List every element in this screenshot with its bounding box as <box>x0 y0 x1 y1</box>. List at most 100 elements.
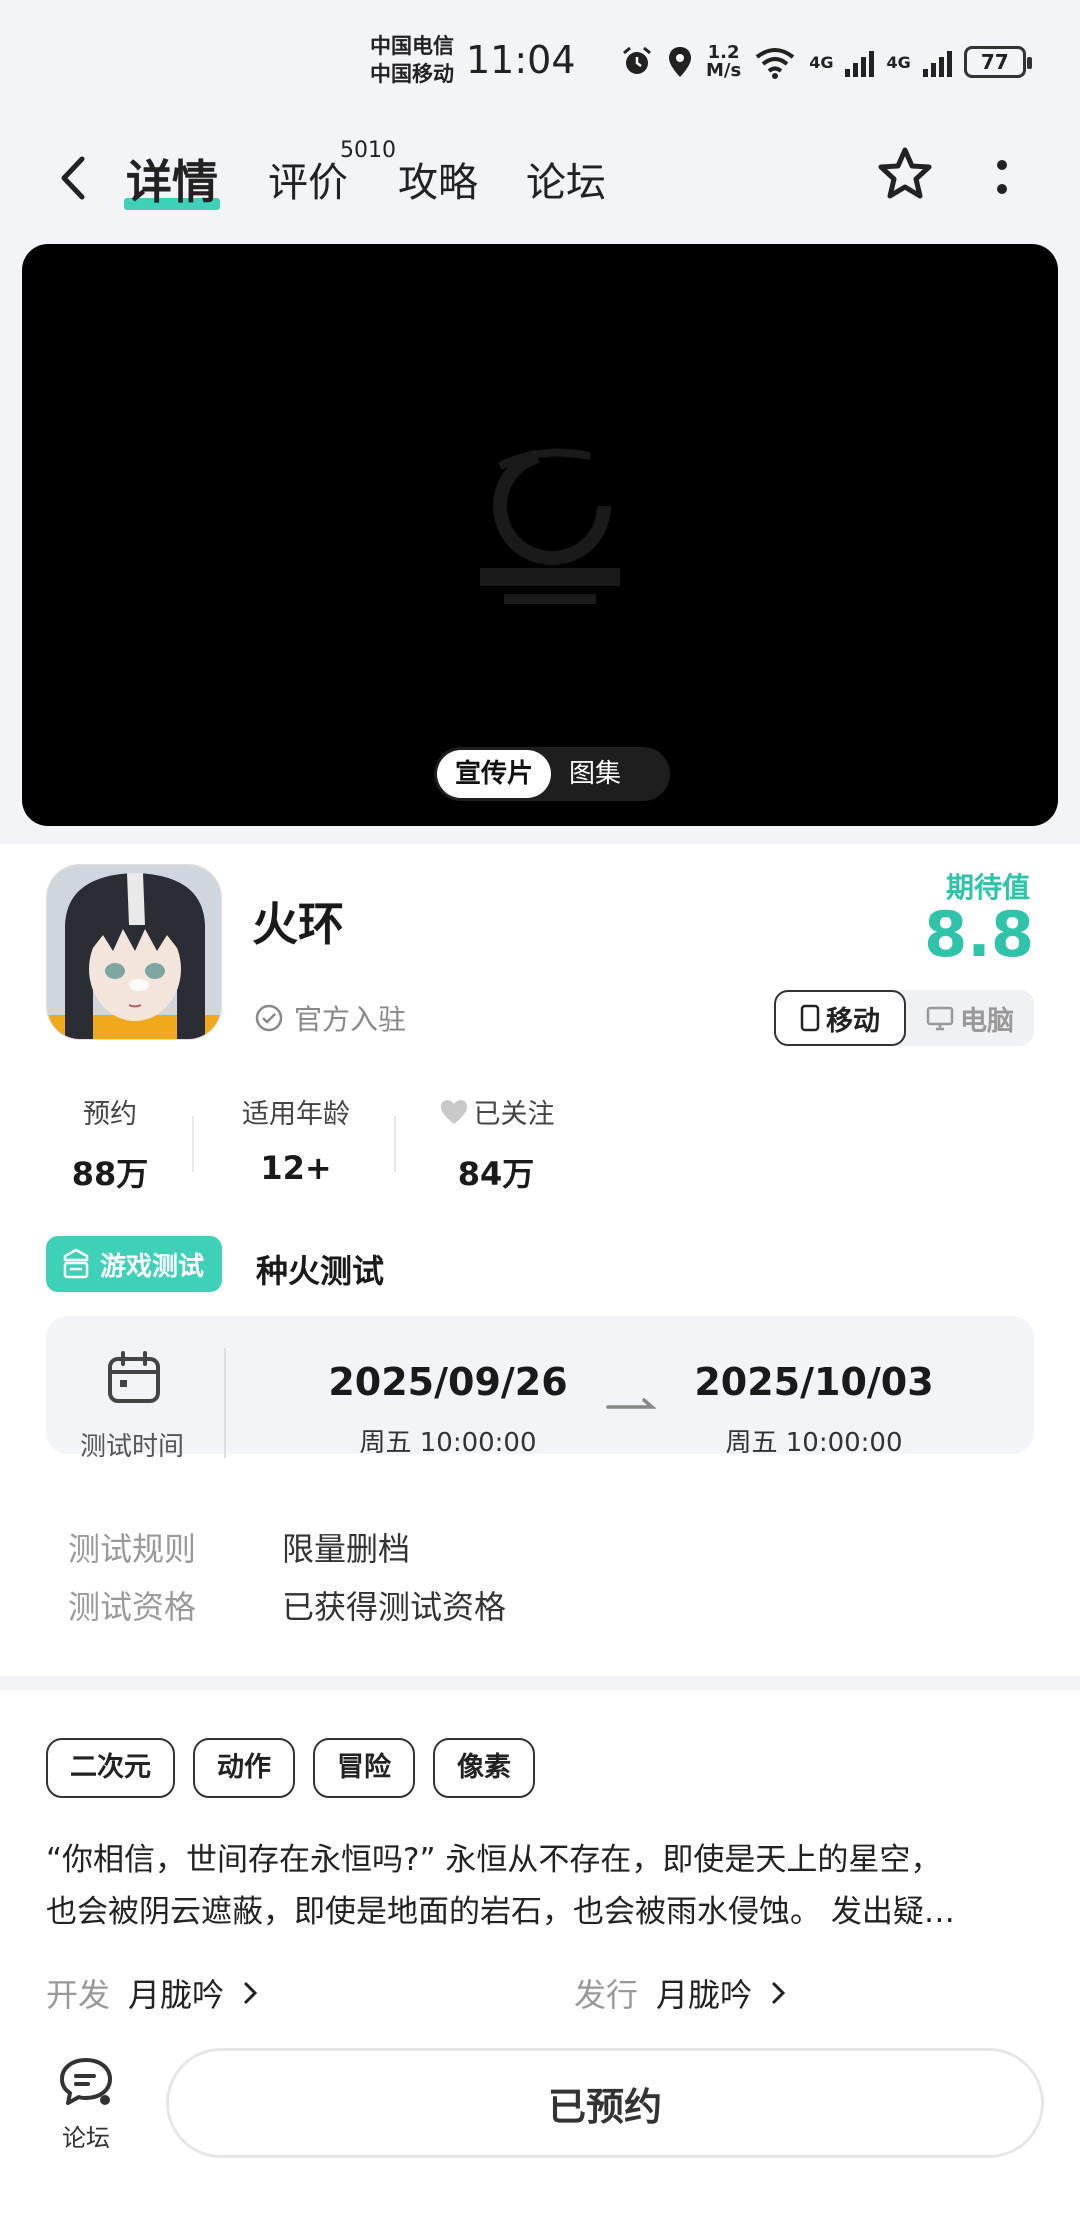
stat-label: 已关注 <box>473 1099 555 1130</box>
rule-key: 测试规则 <box>68 1530 197 1568</box>
signal-icon-2 <box>922 47 952 77</box>
reserved-button[interactable]: 已预约 <box>166 2048 1044 2158</box>
game-app-icon <box>46 864 222 1040</box>
official-badge: 官方入驻 <box>254 998 406 1038</box>
carrier-2: 中国移动 <box>370 62 454 86</box>
check-circle-icon <box>255 1004 283 1032</box>
game-info: 火环 官方入驻 期待值 8.8 移动 电脑 预约 88万 适用年龄 12+ 已关… <box>0 844 1080 1684</box>
divider <box>192 1116 194 1172</box>
description-line: 也会被阴云遮蔽，即使是地面的岩石，也会被雨水侵蚀。 发出疑… <box>46 1894 955 1930</box>
more-dot-icon <box>997 184 1007 194</box>
switch-gallery[interactable]: 图集 <box>551 750 639 798</box>
heart-icon <box>440 1099 467 1124</box>
forum-button[interactable]: 论坛 <box>46 2056 126 2166</box>
promo-video[interactable]: 宣传片 图集 <box>22 244 1058 826</box>
tab-guides[interactable]: 攻略 <box>398 150 478 208</box>
status-bar: 中国电信 中国移动 11:04 1.2 M/s 4G 4G 77 <box>0 0 1080 120</box>
chevron-left-icon <box>61 156 85 200</box>
carrier-1: 中国电信 <box>370 34 454 58</box>
platform-mobile-label: 移动 <box>826 1005 880 1037</box>
stat-value: 88万 <box>71 1155 149 1193</box>
test-time-card: 测试时间 2025/09/26 周五 10:00:00 2025/10/03 周… <box>46 1316 1034 1462</box>
status-icons: 1.2 M/s 4G 4G 77 <box>620 40 1032 84</box>
test-name: 种火测试 <box>256 1252 385 1290</box>
test-rule-row: 测试规则 限量删档 <box>68 1524 410 1570</box>
speed-unit: M/s <box>706 60 742 81</box>
back-button[interactable] <box>48 148 98 208</box>
battery-level: 77 <box>980 50 1009 74</box>
calendar-icon <box>108 1351 160 1403</box>
game-description[interactable]: “你相信，世间存在永恒吗?” 永恒从不存在，即使是天上的星空， 也会被阴云遮蔽，… <box>46 1834 1034 1938</box>
tab-forum[interactable]: 论坛 <box>526 150 606 208</box>
genre-tags: 二次元 动作 冒险 像素 <box>46 1738 535 1798</box>
media-section: 宣传片 图集 <box>0 244 1080 844</box>
monitor-icon <box>926 1006 954 1031</box>
game-test-tag: 游戏测试 <box>46 1236 223 1292</box>
tab-details[interactable]: 详情 <box>126 146 218 212</box>
genre-tag[interactable]: 像素 <box>433 1738 535 1798</box>
tab-reviews[interactable]: 评价 <box>268 150 348 208</box>
chevron-right-icon <box>771 1981 786 2005</box>
carrier-names: 中国电信 中国移动 <box>370 32 454 88</box>
stat-followers[interactable]: 已关注 84万 <box>416 1092 576 1195</box>
network-type-1: 4G <box>809 52 834 72</box>
test-start-time: 周五 10:00:00 <box>359 1428 537 1458</box>
game-title: 火环 <box>252 897 344 951</box>
stat-value: 84万 <box>457 1155 535 1193</box>
publisher-name: 月胧吟 <box>656 1976 753 2014</box>
forum-label: 论坛 <box>62 2124 110 2152</box>
network-type-2: 4G <box>886 52 911 72</box>
phone-icon <box>800 1004 820 1032</box>
description-line: “你相信，世间存在永恒吗?” 永恒从不存在，即使是天上的星空， <box>46 1842 942 1878</box>
network-speed: 1.2 M/s <box>706 44 741 80</box>
stat-label: 适用年龄 <box>242 1099 350 1130</box>
publisher-link[interactable]: 发行 月胧吟 <box>574 1970 786 2016</box>
test-time-label: 测试时间 <box>80 1432 185 1462</box>
test-tag-label: 游戏测试 <box>100 1251 205 1282</box>
test-end-time: 周五 10:00:00 <box>725 1428 903 1458</box>
top-nav: 详情 评价 5010 攻略 论坛 <box>0 120 1080 244</box>
platform-pc-label: 电脑 <box>960 1005 1014 1037</box>
test-start-date: 2025/09/26 <box>328 1360 568 1404</box>
more-options-button[interactable] <box>984 154 1020 200</box>
developer-name: 月胧吟 <box>128 1976 225 2014</box>
more-dot-icon <box>997 160 1007 170</box>
battery-icon: 77 <box>963 46 1032 78</box>
platform-switch: 移动 电脑 <box>774 990 1034 1046</box>
stat-value: 12+ <box>260 1149 332 1187</box>
stats-row: 预约 88万 适用年龄 12+ 已关注 84万 <box>46 1092 566 1202</box>
media-type-switch: 宣传片 图集 <box>434 747 670 801</box>
genre-tag[interactable]: 动作 <box>193 1738 295 1798</box>
test-end-date: 2025/10/03 <box>694 1360 934 1404</box>
favorite-button[interactable] <box>872 142 938 208</box>
rule-key: 测试资格 <box>68 1588 197 1626</box>
platform-pc[interactable]: 电脑 <box>906 990 1034 1046</box>
rule-value: 已获得测试资格 <box>282 1588 507 1626</box>
platform-mobile[interactable]: 移动 <box>774 990 906 1046</box>
review-count-badge: 5010 <box>340 138 396 163</box>
genre-tag[interactable]: 二次元 <box>46 1738 175 1798</box>
divider <box>394 1116 396 1172</box>
game-character-art <box>47 865 221 1039</box>
bottom-bar: 论坛 已预约 <box>0 2036 1080 2228</box>
chat-bubble-icon <box>60 2058 112 2105</box>
chevron-right-icon <box>243 1981 258 2005</box>
rule-value: 限量删档 <box>282 1530 411 1568</box>
expectation-score: 8.8 <box>924 898 1034 971</box>
developer-link[interactable]: 开发 月胧吟 <box>46 1970 258 2016</box>
official-label: 官方入驻 <box>294 1003 407 1036</box>
genre-tag[interactable]: 冒险 <box>313 1738 415 1798</box>
alarm-icon <box>623 46 651 74</box>
developer-key: 开发 <box>46 1976 111 2014</box>
section-separator <box>0 1676 1080 1690</box>
stat-label-row: 已关注 <box>416 1092 576 1131</box>
location-icon <box>669 47 691 77</box>
signal-icon-1 <box>845 47 875 77</box>
switch-promo-video[interactable]: 宣传片 <box>437 750 552 798</box>
studio-logo-watermark <box>480 447 620 604</box>
stat-age-rating: 适用年龄 12+ <box>216 1092 376 1187</box>
divider <box>224 1348 226 1458</box>
test-badge-icon <box>63 1248 89 1279</box>
stat-label: 预约 <box>83 1099 137 1130</box>
wifi-icon <box>755 48 795 79</box>
